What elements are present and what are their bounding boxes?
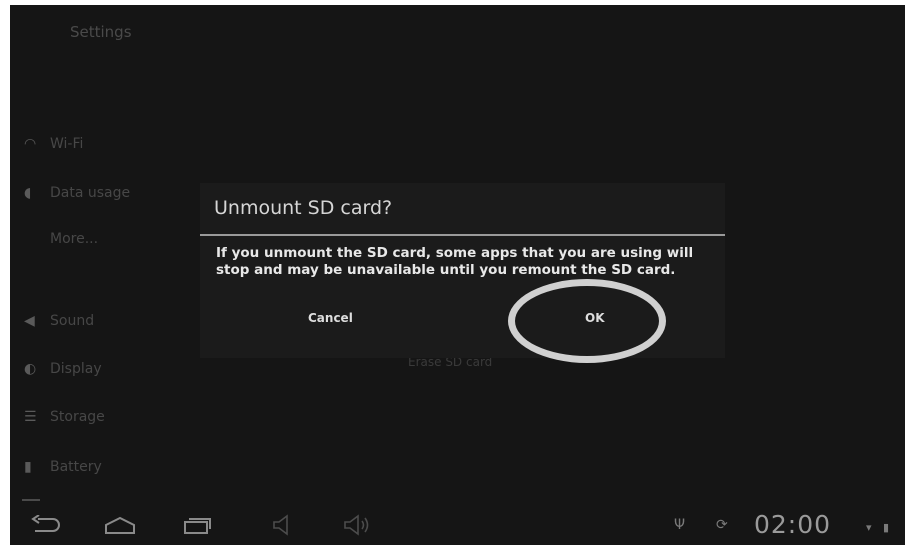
sound-icon: ◀ <box>24 313 35 329</box>
recent-apps-icon[interactable] <box>180 513 214 537</box>
settings-item-wifi[interactable]: ◠ Wi-Fi <box>24 132 83 156</box>
dialog-title: Unmount SD card? <box>214 197 393 219</box>
settings-item-display[interactable]: ◐ Display <box>24 357 102 381</box>
back-icon[interactable] <box>28 513 62 537</box>
settings-item-label: Storage <box>50 409 105 425</box>
settings-item-label: Display <box>50 361 102 377</box>
display-icon: ◐ <box>24 361 37 377</box>
settings-item-battery[interactable]: ▮ Battery <box>24 455 102 479</box>
usb-icon: Ψ <box>674 517 686 533</box>
settings-item-label: Battery <box>50 459 102 475</box>
dialog-divider <box>200 234 725 236</box>
battery-icon: ▮ <box>24 459 32 475</box>
app-title: Settings <box>70 23 132 41</box>
home-icon[interactable] <box>103 513 137 537</box>
cancel-button[interactable]: Cancel <box>308 311 353 325</box>
wifi-icon: ◠ <box>24 136 37 152</box>
settings-item-label: Data usage <box>50 185 131 201</box>
settings-item-sound[interactable]: ◀ Sound <box>24 309 94 333</box>
battery-status-icon: ▮ <box>883 521 890 534</box>
storage-icon: ☰ <box>24 409 37 425</box>
dialog-message: If you unmount the SD card, some apps th… <box>216 245 694 278</box>
status-clock: 02:00 <box>754 510 832 539</box>
settings-item-data-usage[interactable]: ◖ Data usage <box>24 181 130 205</box>
ok-button[interactable]: OK <box>585 311 605 325</box>
wifi-signal-icon: ▾ <box>866 521 872 534</box>
settings-item-label: Wi-Fi <box>50 136 84 152</box>
unmount-dialog: Unmount SD card? If you unmount the SD c… <box>200 183 725 358</box>
volume-up-icon[interactable] <box>340 513 374 537</box>
sync-icon: ⟳ <box>716 517 728 533</box>
settings-item-storage[interactable]: ☰ Storage <box>24 405 105 429</box>
settings-item-label: More... <box>50 231 99 247</box>
data-usage-icon: ◖ <box>24 185 32 201</box>
volume-down-icon[interactable] <box>265 513 299 537</box>
sidebar-divider <box>22 499 40 501</box>
settings-item-more[interactable]: More... <box>24 227 98 251</box>
settings-item-label: Sound <box>50 313 95 329</box>
device-screen: Settings ◠ Wi-Fi ◖ Data usage More... ◀ … <box>10 5 905 545</box>
